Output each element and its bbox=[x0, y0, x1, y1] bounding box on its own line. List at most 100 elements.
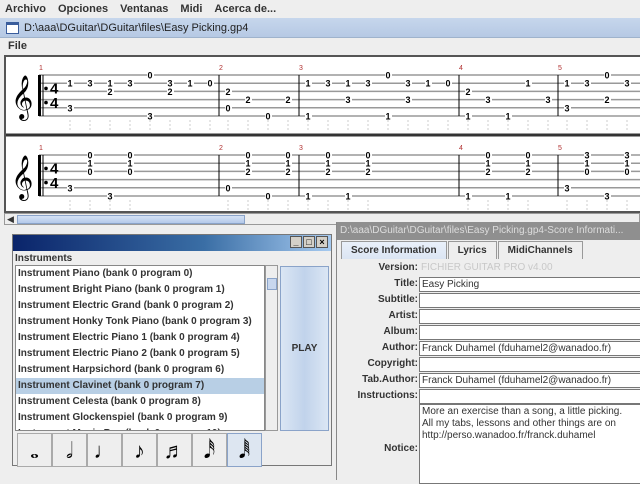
instrument-item[interactable]: Instrument Harpsichord (bank 0 program 6… bbox=[16, 362, 264, 378]
field-row: Artist: bbox=[337, 309, 640, 325]
fret-number[interactable]: 2 bbox=[325, 167, 330, 177]
fret-number[interactable]: 1 bbox=[187, 79, 192, 89]
field-input: FICHIER GUITAR PRO v4.00 bbox=[419, 261, 640, 276]
fret-number[interactable]: 0 bbox=[445, 79, 450, 89]
fret-number[interactable]: 3 bbox=[325, 79, 330, 89]
fret-number[interactable]: 0 bbox=[584, 167, 589, 177]
thirty-second-note-button[interactable]: 𝅘𝅥𝅰 bbox=[192, 433, 227, 467]
fret-number[interactable]: 2 bbox=[285, 167, 290, 177]
fret-number[interactable]: 3 bbox=[67, 183, 72, 193]
fret-number[interactable]: 2 bbox=[245, 95, 250, 105]
field-input[interactable]: Franck Duhamel (fduhamel2@wanadoo.fr) bbox=[419, 373, 640, 388]
instrument-item[interactable]: Instrument Music Box (bank 0 program 10) bbox=[16, 426, 264, 430]
maximize-button[interactable]: □ bbox=[303, 236, 315, 248]
sixteenth-note-icon: ♬ bbox=[163, 438, 186, 463]
field-label: Instructions: bbox=[357, 390, 418, 401]
fret-number[interactable]: 2 bbox=[107, 87, 112, 97]
sixteenth-note-button[interactable]: ♬ bbox=[157, 433, 192, 467]
close-button[interactable]: × bbox=[316, 236, 328, 248]
field-input[interactable] bbox=[419, 309, 640, 324]
instrument-item[interactable]: Instrument Celesta (bank 0 program 8) bbox=[16, 394, 264, 410]
tab-score-information[interactable]: Score Information bbox=[341, 241, 447, 259]
tab-midichannels[interactable]: MidiChannels bbox=[497, 241, 583, 259]
fret-number[interactable]: 1 bbox=[67, 79, 72, 89]
fret-number[interactable]: 0 bbox=[225, 103, 230, 113]
fret-number[interactable]: 3 bbox=[405, 95, 410, 105]
instrument-item[interactable]: Instrument Electric Piano 2 (bank 0 prog… bbox=[16, 346, 264, 362]
fret-number[interactable]: 0 bbox=[147, 71, 152, 81]
fret-number[interactable]: 1 bbox=[564, 79, 569, 89]
fret-number[interactable]: 0 bbox=[385, 71, 390, 81]
notice-label: Notice: bbox=[384, 443, 418, 454]
instrument-item[interactable]: Instrument Honky Tonk Piano (bank 0 prog… bbox=[16, 314, 264, 330]
fret-number[interactable]: 3 bbox=[485, 95, 490, 105]
fret-number[interactable]: 3 bbox=[127, 79, 132, 89]
field-input[interactable] bbox=[419, 293, 640, 308]
sixty-fourth-note-button[interactable]: 𝅘𝅥𝅱 bbox=[227, 433, 262, 467]
fret-number[interactable]: 3 bbox=[624, 79, 629, 89]
fret-number[interactable]: 3 bbox=[87, 79, 92, 89]
fret-number[interactable]: 2 bbox=[485, 167, 490, 177]
tab-lyrics[interactable]: Lyrics bbox=[447, 241, 497, 259]
instrument-item[interactable]: Instrument Electric Piano 1 (bank 0 prog… bbox=[16, 330, 264, 346]
fret-number[interactable]: 3 bbox=[345, 95, 350, 105]
field-row: Author: Franck Duhamel (fduhamel2@wanadoo… bbox=[337, 341, 640, 357]
fret-number[interactable]: 0 bbox=[127, 167, 132, 177]
score-information-window: D:\aaa\DGuitar\DGuitar\files\Easy Pickin… bbox=[336, 222, 640, 484]
fret-number[interactable]: 1 bbox=[345, 79, 350, 89]
fret-number[interactable]: 1 bbox=[425, 79, 430, 89]
fret-number[interactable]: 3 bbox=[564, 103, 569, 113]
instrument-item[interactable]: Instrument Electric Grand (bank 0 progra… bbox=[16, 298, 264, 314]
field-input[interactable] bbox=[419, 325, 640, 340]
half-note-button[interactable]: 𝅗𝅥 bbox=[52, 433, 87, 467]
instrument-item[interactable]: Instrument Bright Piano (bank 0 program … bbox=[16, 282, 264, 298]
scroll-thumb[interactable] bbox=[267, 278, 277, 290]
fret-number[interactable]: 1 bbox=[305, 79, 310, 89]
instrument-item[interactable]: Instrument Glockenspiel (bank 0 program … bbox=[16, 410, 264, 426]
eighth-note-button[interactable]: ♪ bbox=[122, 433, 157, 467]
fret-number[interactable]: 3 bbox=[405, 79, 410, 89]
fret-number[interactable]: 2 bbox=[285, 95, 290, 105]
fret-number[interactable]: 0 bbox=[207, 79, 212, 89]
field-label: Subtitle: bbox=[378, 294, 418, 305]
scroll-thumb[interactable] bbox=[17, 215, 245, 224]
vertical-scrollbar[interactable] bbox=[265, 265, 278, 431]
instrument-list[interactable]: Instrument Piano (bank 0 program 0) Instr… bbox=[15, 265, 265, 431]
field-input[interactable] bbox=[419, 357, 640, 372]
instrument-item[interactable]: Instrument Piano (bank 0 program 0) bbox=[16, 266, 264, 282]
notice-line: More an exercise than a song, a little p… bbox=[422, 406, 623, 417]
fret-number[interactable]: 2 bbox=[525, 167, 530, 177]
fret-number[interactable]: 0 bbox=[87, 167, 92, 177]
notice-line: http://perso.wanadoo.fr/franck.duhamel bbox=[422, 430, 596, 441]
fret-number[interactable]: 3 bbox=[564, 183, 569, 193]
field-input[interactable]: Easy Picking bbox=[419, 277, 640, 292]
fret-number[interactable]: 2 bbox=[167, 87, 172, 97]
notice-textarea[interactable]: More an exercise than a song, a little p… bbox=[419, 404, 640, 484]
fret-number[interactable]: 3 bbox=[584, 79, 589, 89]
instruments-title-bar[interactable]: _ □ × bbox=[13, 235, 331, 251]
whole-note-button[interactable]: 𝅝 bbox=[17, 433, 52, 467]
instrument-item[interactable]: Instrument Clavinet (bank 0 program 7) bbox=[16, 378, 264, 394]
minimize-button[interactable]: _ bbox=[290, 236, 302, 248]
field-input[interactable] bbox=[419, 389, 640, 404]
fret-number[interactable]: 0 bbox=[624, 167, 629, 177]
fret-number[interactable]: 2 bbox=[465, 87, 470, 97]
repeat-dot bbox=[44, 86, 48, 91]
scroll-left-icon[interactable]: ◀ bbox=[7, 214, 14, 225]
fret-number[interactable]: 2 bbox=[604, 95, 609, 105]
duration-buttons: 𝅝 𝅗𝅥 ♩ ♪ ♬ 𝅘𝅥𝅰 𝅘𝅥𝅱 bbox=[17, 433, 262, 467]
field-label: Author: bbox=[381, 342, 418, 353]
fret-number[interactable]: 3 bbox=[545, 95, 550, 105]
fret-number[interactable]: 2 bbox=[365, 167, 370, 177]
fret-number[interactable]: 0 bbox=[604, 71, 609, 81]
field-input[interactable]: Franck Duhamel (fduhamel2@wanadoo.fr) bbox=[419, 341, 640, 356]
fret-number[interactable]: 3 bbox=[67, 103, 72, 113]
fret-number[interactable]: 0 bbox=[225, 183, 230, 193]
quarter-note-button[interactable]: ♩ bbox=[87, 433, 122, 467]
half-note-icon: 𝅗𝅥 bbox=[66, 438, 73, 463]
play-button[interactable]: PLAY bbox=[280, 266, 329, 431]
fret-number[interactable]: 2 bbox=[225, 87, 230, 97]
fret-number[interactable]: 1 bbox=[525, 79, 530, 89]
fret-number[interactable]: 3 bbox=[365, 79, 370, 89]
fret-number[interactable]: 2 bbox=[245, 167, 250, 177]
